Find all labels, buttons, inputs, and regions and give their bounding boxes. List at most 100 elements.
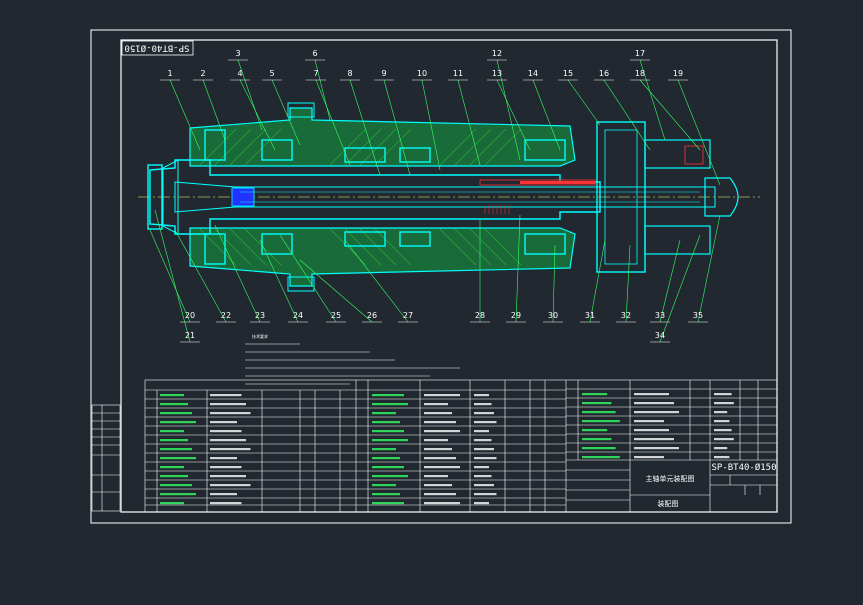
parts-list-entry-mark (372, 493, 400, 496)
part-balloon-5: 5 (269, 69, 274, 78)
parts-list-entries (160, 393, 734, 505)
parts-list-entry-mark (474, 484, 494, 487)
part-balloon-32: 32 (621, 311, 631, 320)
part-balloon-4: 4 (237, 69, 242, 78)
part-balloon-13: 13 (492, 69, 502, 78)
parts-list-entry-mark (160, 430, 184, 433)
parts-list-entry-mark (210, 466, 242, 469)
parts-list-entry-mark (474, 421, 497, 424)
part-balloon-8: 8 (347, 69, 352, 78)
top-leader-1 (169, 79, 201, 151)
parts-list-entry-mark (160, 475, 188, 478)
part-balloon-10: 10 (417, 69, 427, 78)
part-balloon-24: 24 (293, 311, 303, 320)
parts-list-entry-mark (424, 484, 452, 487)
parts-list-entry-mark (160, 448, 192, 451)
parts-list-entry-mark (210, 412, 251, 415)
parts-list-entry-mark (160, 466, 184, 469)
part-balloon-23: 23 (255, 311, 265, 320)
parts-list-entry-mark (634, 393, 669, 396)
parts-list-entry-mark (424, 457, 456, 460)
part-balloon-17: 17 (635, 49, 645, 58)
parts-list-entry-mark (582, 411, 616, 414)
part-balloon-11: 11 (453, 69, 463, 78)
part-balloon-25: 25 (331, 311, 341, 320)
parts-list-entry-mark (210, 475, 246, 478)
part-balloon-18: 18 (635, 69, 645, 78)
part-balloon-35: 35 (693, 311, 703, 320)
parts-list-entry-mark (582, 393, 608, 396)
parts-list-entry-mark (424, 448, 452, 451)
part-balloon-16: 16 (599, 69, 609, 78)
part-balloon-6: 6 (312, 49, 317, 58)
parts-list-entry-mark (160, 457, 196, 460)
part-balloon-29: 29 (511, 311, 521, 320)
parts-list-entry-mark (210, 439, 246, 442)
parts-list-entry-mark (474, 403, 492, 406)
parts-list-entry-mark (424, 403, 448, 406)
parts-list-entry-mark (714, 447, 728, 450)
parts-list-entry-mark (634, 420, 664, 423)
parts-list-entry-mark (372, 421, 400, 424)
left-margin-stamps (91, 404, 121, 512)
parts-list-entry-mark (634, 447, 679, 450)
parts-list-entry-mark (474, 457, 497, 460)
part-balloon-31: 31 (585, 311, 595, 320)
part-balloon-30: 30 (548, 311, 558, 320)
parts-list-entry-mark (714, 429, 732, 432)
parts-list-entry-mark (210, 403, 246, 406)
part-balloon-26: 26 (367, 311, 377, 320)
parts-list-entry-mark (634, 402, 674, 405)
parts-list-entry-mark (474, 493, 497, 496)
parts-list-entry-mark (210, 430, 242, 433)
parts-list-entry-mark (474, 502, 489, 505)
part-balloon-33: 33 (655, 311, 665, 320)
parts-list-entry-mark (210, 394, 242, 397)
parts-list-entry-mark (474, 430, 489, 433)
part-balloon-21: 21 (185, 331, 195, 340)
top-leader-16 (603, 79, 651, 151)
parts-list-entry-mark (372, 394, 404, 397)
parts-list-entry-mark (372, 475, 408, 478)
parts-list-entry-mark (634, 456, 664, 459)
cad-drawing: SP-BT40-Ø150 1 234 567 8 9 10 111213 14 … (90, 29, 792, 524)
parts-list-entry-mark (582, 429, 608, 432)
parts-list-entry-mark (474, 475, 492, 478)
part-balloon-7: 7 (313, 69, 318, 78)
parts-list-entry-mark (372, 466, 404, 469)
parts-list-entry-mark (474, 466, 489, 469)
parts-list-entry-mark (160, 412, 192, 415)
parts-list-entry-mark (372, 412, 396, 415)
parts-list-entry-mark (372, 457, 400, 460)
parts-list-entry-mark (160, 439, 188, 442)
parts-list-entry-mark (424, 439, 448, 442)
notes-title: 技术要求 (252, 333, 268, 339)
parts-list-entry-mark (372, 484, 396, 487)
parts-list-entry-mark (424, 430, 460, 433)
parts-list-entry-mark (474, 448, 494, 451)
parts-list-entry-mark (582, 438, 612, 441)
part-balloon-14: 14 (528, 69, 538, 78)
parts-list-entry-mark (210, 502, 242, 505)
parts-list-entry-mark (424, 394, 460, 397)
parts-list-entry-mark (160, 484, 192, 487)
part-balloon-9: 9 (381, 69, 386, 78)
bottom-leader-34 (659, 234, 701, 343)
parts-list-entry-mark (372, 430, 404, 433)
part-balloon-12: 12 (492, 49, 502, 58)
parts-list-entry-mark (424, 466, 460, 469)
parts-list-entry-mark (210, 493, 237, 496)
parts-list-entry-mark (474, 412, 494, 415)
spindle-assembly (138, 102, 760, 292)
drawing-name: 主轴单元装配图 (646, 474, 695, 483)
parts-list (144, 379, 778, 513)
parts-list-entry-mark (160, 403, 188, 406)
parts-list-entry-mark (372, 502, 404, 505)
parts-list-entry-mark (634, 438, 674, 441)
parts-list-entry-mark (372, 448, 396, 451)
parts-list-entry-mark (582, 456, 620, 459)
parts-list-entry-mark (714, 411, 728, 414)
parts-list-entry-mark (210, 457, 237, 460)
part-balloon-1: 1 (167, 69, 172, 78)
bottom-leader-20 (149, 229, 191, 323)
